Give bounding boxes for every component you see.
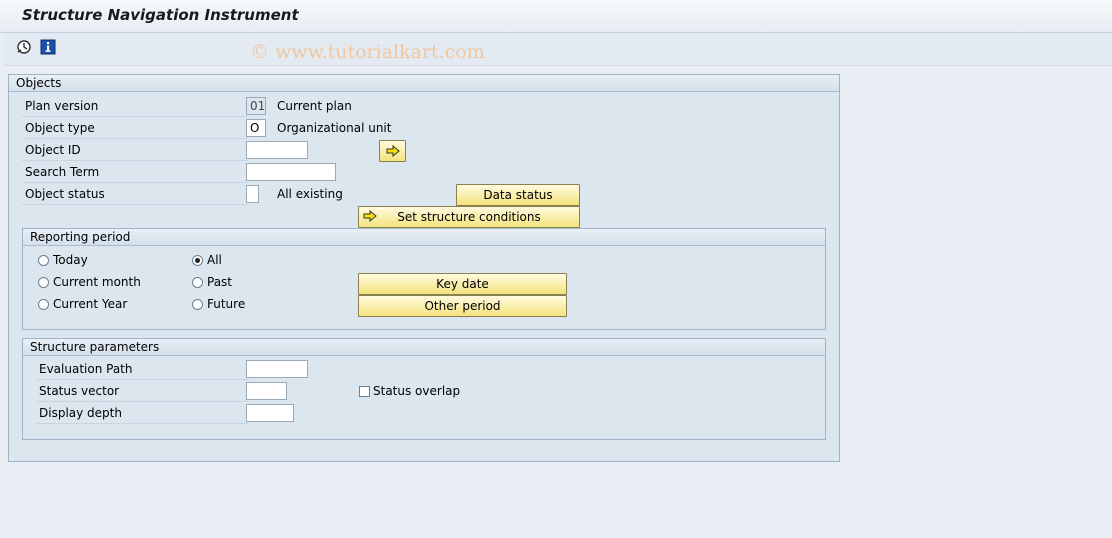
radio-current-month-label: Current month — [53, 275, 141, 289]
radio-future[interactable] — [192, 299, 203, 310]
other-period-button[interactable]: Other period — [358, 295, 567, 317]
radio-today[interactable] — [38, 255, 49, 266]
structure-parameters-title: Structure parameters — [30, 340, 160, 354]
title-bar: Structure Navigation Instrument — [0, 0, 1112, 33]
application-toolbar: © www.tutorialkart.com — [4, 33, 1112, 66]
reporting-period-group: Reporting period Today Current month Cur… — [22, 228, 826, 330]
radio-current-year[interactable] — [38, 299, 49, 310]
objects-group: Objects Plan version 01 Current plan Obj… — [8, 74, 840, 462]
radio-all[interactable] — [192, 255, 203, 266]
objects-group-header: Objects — [9, 75, 839, 92]
display-depth-field[interactable] — [246, 404, 294, 422]
reporting-period-title: Reporting period — [30, 230, 131, 244]
object-id-label: Object ID — [22, 140, 248, 161]
set-structure-conditions-label: Set structure conditions — [397, 210, 541, 224]
search-term-field[interactable] — [246, 163, 336, 181]
info-icon[interactable] — [40, 39, 56, 55]
data-status-button[interactable]: Data status — [456, 184, 580, 206]
plan-version-field: 01 — [246, 97, 266, 115]
object-type-description: Organizational unit — [277, 121, 392, 135]
execute-clock-icon[interactable] — [16, 39, 32, 55]
status-overlap-label: Status overlap — [373, 384, 461, 398]
main-content: Objects Plan version 01 Current plan Obj… — [4, 66, 1112, 538]
structure-parameters-group: Structure parameters Evaluation Path Sta… — [22, 338, 826, 440]
object-id-select-button[interactable] — [379, 140, 406, 162]
watermark: © www.tutorialkart.com — [250, 41, 485, 63]
search-term-label: Search Term — [22, 162, 248, 183]
plan-version-label: Plan version — [22, 96, 248, 117]
status-vector-field[interactable] — [246, 382, 287, 400]
object-status-description: All existing — [277, 187, 343, 201]
object-type-label: Object type — [22, 118, 248, 139]
radio-past[interactable] — [192, 277, 203, 288]
radio-current-year-label: Current Year — [53, 297, 128, 311]
radio-today-label: Today — [53, 253, 88, 267]
status-vector-label: Status vector — [36, 381, 249, 402]
page-title: Structure Navigation Instrument — [22, 6, 299, 24]
radio-past-label: Past — [207, 275, 233, 289]
key-date-button[interactable]: Key date — [358, 273, 567, 295]
evaluation-path-field[interactable] — [246, 360, 308, 378]
object-status-label: Object status — [22, 184, 248, 205]
object-status-field[interactable] — [246, 185, 259, 203]
objects-group-title: Objects — [16, 76, 62, 90]
radio-all-label: All — [207, 253, 222, 267]
object-type-field[interactable]: O — [246, 119, 266, 137]
structure-parameters-header: Structure parameters — [23, 339, 825, 356]
plan-version-description: Current plan — [277, 99, 352, 113]
display-depth-label: Display depth — [36, 403, 249, 424]
radio-current-month[interactable] — [38, 277, 49, 288]
set-structure-conditions-button[interactable]: Set structure conditions — [358, 206, 580, 228]
status-overlap-checkbox[interactable] — [359, 386, 370, 397]
evaluation-path-label: Evaluation Path — [36, 359, 249, 380]
reporting-period-header: Reporting period — [23, 229, 825, 246]
radio-future-label: Future — [207, 297, 246, 311]
object-id-field[interactable] — [246, 141, 308, 159]
